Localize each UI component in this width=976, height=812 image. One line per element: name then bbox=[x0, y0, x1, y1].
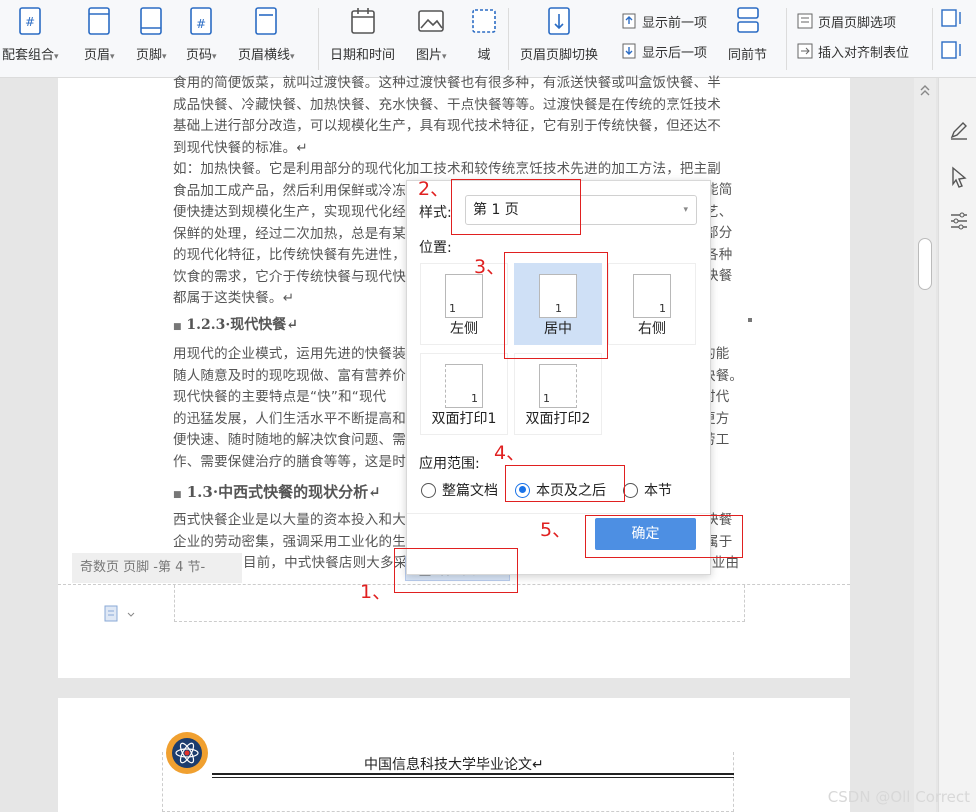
header-footer-switch-button[interactable]: 页眉页脚切换 bbox=[520, 4, 598, 74]
picture-icon bbox=[418, 10, 445, 32]
paragraph-right-fragments: 能简 艺、 部分 各种 快餐 bbox=[705, 182, 733, 284]
marker bbox=[748, 318, 752, 322]
header-rule-thin bbox=[212, 777, 734, 778]
svg-text:#: # bbox=[25, 15, 35, 29]
footer-icon bbox=[140, 7, 163, 35]
separator bbox=[786, 8, 787, 70]
header-rule bbox=[212, 773, 734, 775]
scope-this-section[interactable]: 本节 bbox=[623, 480, 672, 500]
page-thumb-icon: 1 bbox=[445, 364, 483, 408]
watermark: CSDN @Oll Correct bbox=[827, 788, 970, 806]
position-duplex-2[interactable]: 1 双面打印2 bbox=[514, 353, 602, 435]
header-footer-options-button[interactable]: 页眉页脚选项 bbox=[796, 10, 896, 32]
annotation-number-4: 4、 bbox=[494, 442, 526, 464]
page-thumb-icon: 1 bbox=[539, 364, 577, 408]
position-duplex-1[interactable]: 1 双面打印1 bbox=[420, 353, 508, 435]
same-previous-icon bbox=[736, 7, 759, 33]
radio-icon bbox=[421, 482, 436, 498]
field-button[interactable]: 域 bbox=[470, 4, 498, 74]
footer-doc-icon[interactable] bbox=[104, 605, 138, 623]
scrollbar-thumb[interactable] bbox=[918, 238, 932, 290]
separator bbox=[318, 8, 319, 70]
tab-stop-icon bbox=[797, 43, 813, 59]
switch-icon bbox=[548, 7, 570, 35]
combo-icon: # bbox=[19, 7, 42, 35]
more-icon-2[interactable] bbox=[940, 40, 964, 60]
annotation-number-2: 2、 bbox=[418, 178, 450, 200]
annotation-number-1: 1、 bbox=[360, 581, 392, 603]
footer-section-tag: 奇数页 页脚 -第 4 节- bbox=[72, 553, 242, 583]
annotation-box-4 bbox=[505, 465, 625, 502]
scroll-top-icon[interactable] bbox=[918, 84, 932, 98]
separator bbox=[932, 8, 933, 70]
date-time-button[interactable]: 日期和时间 bbox=[330, 4, 395, 74]
picture-button[interactable]: 图片▾ bbox=[416, 4, 447, 74]
scope-whole-document[interactable]: 整篇文档 bbox=[421, 480, 498, 500]
header-line-icon bbox=[255, 7, 278, 35]
university-logo-icon bbox=[166, 732, 208, 774]
annotation-number-3: 3、 bbox=[474, 256, 506, 278]
calendar-icon bbox=[350, 8, 375, 34]
next-header-title: 中国信息科技大学毕业论文↵ bbox=[364, 757, 544, 773]
down-arrow-icon bbox=[622, 43, 636, 59]
page-number-icon: # bbox=[190, 7, 213, 35]
ribbon-toolbar: # 配套组合▾ 页眉▾ 页脚▾ # 页码▾ 页眉横线▾ 日期和时间 图片▾ 域 … bbox=[0, 0, 976, 78]
annotation-box-3 bbox=[504, 252, 608, 359]
svg-text:#: # bbox=[196, 17, 206, 31]
show-next-button[interactable]: 显示后一项 bbox=[620, 40, 707, 62]
position-right[interactable]: 1 右侧 bbox=[608, 263, 696, 345]
field-icon bbox=[472, 9, 496, 33]
divider bbox=[407, 513, 710, 514]
header-button[interactable]: 页眉▾ bbox=[84, 4, 115, 74]
header-icon bbox=[88, 7, 111, 35]
separator bbox=[508, 8, 509, 70]
footer-button[interactable]: 页脚▾ bbox=[136, 4, 167, 74]
style-label: 样式: bbox=[419, 205, 452, 221]
same-as-previous-button[interactable]: 同前节 bbox=[728, 4, 767, 74]
show-prev-button[interactable]: 显示前一项 bbox=[620, 10, 707, 32]
page-number-button[interactable]: # 页码▾ bbox=[186, 4, 217, 74]
sliders-icon[interactable] bbox=[949, 210, 969, 232]
annotation-box-1 bbox=[394, 548, 518, 593]
options-icon bbox=[797, 13, 813, 29]
annotation-number-5: 5、 bbox=[540, 519, 572, 541]
more-icon[interactable] bbox=[940, 8, 964, 28]
cursor-icon[interactable] bbox=[949, 166, 969, 188]
right-sidebar bbox=[938, 78, 976, 812]
chevron-down-icon: ▾ bbox=[683, 205, 688, 215]
annotation-box-5 bbox=[585, 515, 743, 558]
combo-button[interactable]: # 配套组合▾ bbox=[2, 4, 59, 74]
insert-align-tab-button[interactable]: 插入对齐制表位 bbox=[796, 40, 909, 62]
radio-icon bbox=[623, 482, 638, 498]
page-thumb-icon: 1 bbox=[633, 274, 671, 318]
heading-1-3: ■ 1.3·中西式快餐的现状分析↵ bbox=[173, 483, 381, 501]
heading-1-2-3: ■ 1.2.3·现代快餐↵ bbox=[173, 317, 298, 333]
header-line-button[interactable]: 页眉横线▾ bbox=[238, 4, 295, 74]
position-label: 位置: bbox=[419, 240, 452, 256]
pen-icon[interactable] bbox=[949, 120, 969, 140]
scope-label: 应用范围: bbox=[419, 456, 480, 472]
page-thumb-icon: 1 bbox=[445, 274, 483, 318]
vertical-scrollbar[interactable] bbox=[914, 78, 936, 812]
up-arrow-icon bbox=[622, 13, 636, 29]
annotation-box-2 bbox=[451, 179, 581, 235]
